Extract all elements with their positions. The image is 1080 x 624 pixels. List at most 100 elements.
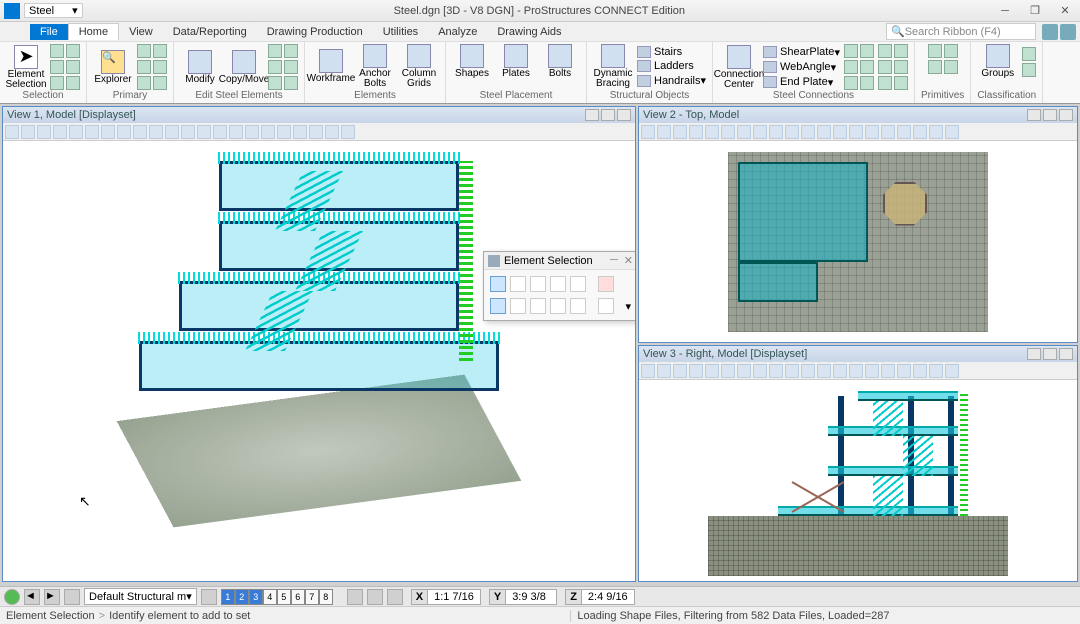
view1-title-bar[interactable]: View 1, Model [Displayset] — [3, 107, 635, 123]
tab-drawing-aids[interactable]: Drawing Aids — [487, 24, 571, 40]
elevation-model — [708, 386, 1008, 576]
accudraw-button[interactable] — [387, 589, 403, 605]
snap-button[interactable] — [347, 589, 363, 605]
view2-canvas[interactable] — [639, 141, 1077, 342]
cursor-icon: ↖ — [79, 493, 91, 510]
history-back-button[interactable]: ◄ — [24, 589, 40, 605]
classification-tools[interactable] — [1022, 47, 1036, 77]
column-grids-button[interactable]: Column Grids — [399, 44, 439, 89]
coord-x[interactable]: X1:1 7/16 — [411, 589, 481, 605]
ladders-button[interactable]: Ladders — [637, 60, 706, 72]
model-icon[interactable] — [64, 589, 80, 605]
selection-filter-row[interactable]: ▾ — [490, 298, 631, 314]
view3-close-icon[interactable] — [1059, 348, 1073, 360]
status-indicator-icon[interactable] — [4, 589, 20, 605]
view-layout-button[interactable] — [201, 589, 217, 605]
view3-toolbar[interactable] — [639, 362, 1077, 380]
lock-button[interactable] — [367, 589, 383, 605]
view3-min-icon[interactable] — [1027, 348, 1041, 360]
view3-canvas[interactable] — [639, 380, 1077, 581]
explorer-button[interactable]: 🔍Explorer — [93, 50, 133, 85]
anchor-bolts-button[interactable]: Anchor Bolts — [355, 44, 395, 89]
view-number-buttons[interactable]: 12345678 — [221, 589, 333, 605]
coord-z[interactable]: Z2:4 9/16 — [565, 589, 635, 605]
connection-center-button[interactable]: Connection Center — [719, 45, 759, 90]
view3-title-bar[interactable]: View 3 - Right, Model [Displayset] — [639, 346, 1077, 362]
file-menu[interactable]: File — [30, 24, 68, 40]
status-bar-secondary: Element Selection > Identify element to … — [0, 606, 1080, 624]
copy-move-button[interactable]: Copy/Move — [224, 50, 264, 85]
tab-data-reporting[interactable]: Data/Reporting — [163, 24, 257, 40]
menu-bar: File Home View Data/Reporting Drawing Pr… — [0, 22, 1080, 42]
element-selection-button[interactable]: ➤Element Selection — [6, 45, 46, 90]
selection-tools[interactable] — [50, 44, 80, 90]
search-ribbon-input[interactable]: 🔍 Search Ribbon (F4) — [886, 23, 1036, 40]
group-label: Primary — [113, 90, 147, 101]
connection-tools[interactable] — [844, 44, 874, 90]
shear-plate-button[interactable]: ShearPlate ▾ — [763, 46, 840, 59]
modify-button[interactable]: Modify — [180, 50, 220, 85]
view3-max-icon[interactable] — [1043, 348, 1057, 360]
tool-min-icon[interactable]: ─ — [610, 254, 618, 267]
view1-close-icon[interactable] — [617, 109, 631, 121]
minimize-button[interactable]: ─ — [990, 1, 1020, 21]
group-label: Selection — [22, 90, 63, 101]
selection-mode-row[interactable] — [490, 276, 631, 292]
window-title: Steel.dgn [3D - V8 DGN] - ProStructures … — [89, 5, 990, 17]
view2-max-icon[interactable] — [1043, 109, 1057, 121]
status-bar-primary: ◄ ► Default Structural m ▾ 12345678 X1:1… — [0, 586, 1080, 606]
view1-min-icon[interactable] — [585, 109, 599, 121]
title-bar: Steel▾ Steel.dgn [3D - V8 DGN] - ProStru… — [0, 0, 1080, 22]
help-icons[interactable] — [1042, 24, 1076, 40]
tab-utilities[interactable]: Utilities — [373, 24, 428, 40]
tab-drawing-production[interactable]: Drawing Production — [257, 24, 373, 40]
coord-y[interactable]: Y3:9 3/8 — [489, 589, 557, 605]
view2-title: View 2 - Top, Model — [643, 109, 739, 121]
ribbon: ➤Element Selection Selection 🔍Explorer P… — [0, 42, 1080, 104]
maximize-button[interactable]: ❐ — [1020, 1, 1050, 21]
group-label: Structural Objects — [610, 90, 689, 101]
close-button[interactable]: ✕ — [1050, 1, 1080, 21]
prompt-tool: Element Selection — [6, 610, 95, 622]
search-placeholder: Search Ribbon (F4) — [905, 26, 1001, 38]
tool-close-icon[interactable]: ✕ — [624, 254, 633, 267]
history-fwd-button[interactable]: ► — [44, 589, 60, 605]
groups-button[interactable]: Groups — [978, 44, 1018, 79]
shapes-button[interactable]: Shapes — [452, 44, 492, 79]
primitives-tools[interactable] — [928, 44, 958, 74]
group-label: Steel Placement — [480, 90, 553, 101]
handrails-button[interactable]: Handrails ▾ — [637, 74, 706, 87]
dynamic-bracing-button[interactable]: Dynamic Bracing — [593, 44, 633, 89]
stairs-button[interactable]: Stairs — [637, 46, 706, 58]
group-label: Steel Connections — [773, 90, 854, 101]
tool-title: Element Selection — [504, 255, 593, 267]
element-selection-tool-window[interactable]: Element Selection ─ ✕ ▾ — [483, 251, 635, 321]
web-angle-button[interactable]: WebAngle ▾ — [763, 61, 840, 74]
view1-max-icon[interactable] — [601, 109, 615, 121]
plates-button[interactable]: Plates — [496, 44, 536, 79]
document-dropdown[interactable]: Steel▾ — [24, 3, 83, 18]
tool-icon — [488, 255, 500, 267]
view1-toolbar[interactable] — [3, 123, 635, 141]
view2-title-bar[interactable]: View 2 - Top, Model — [639, 107, 1077, 123]
group-label: Elements — [354, 90, 396, 101]
tab-analyze[interactable]: Analyze — [428, 24, 487, 40]
edit-tools[interactable] — [268, 44, 298, 90]
model-selector[interactable]: Default Structural m ▾ — [84, 588, 197, 605]
view2-min-icon[interactable] — [1027, 109, 1041, 121]
primary-tools[interactable] — [137, 44, 167, 90]
view1-canvas[interactable]: ↖ Element Selection ─ ✕ ▾ — [3, 141, 635, 581]
group-label: Edit Steel Elements — [195, 90, 282, 101]
bolts-button[interactable]: Bolts — [540, 44, 580, 79]
tab-home[interactable]: Home — [68, 23, 119, 40]
plan-view-model — [728, 152, 988, 332]
document-name: Steel — [29, 5, 54, 17]
loading-status: Loading Shape Files, Filtering from 582 … — [570, 610, 889, 622]
view2-toolbar[interactable] — [639, 123, 1077, 141]
end-plate-button[interactable]: End Plate ▾ — [763, 76, 840, 89]
workframe-button[interactable]: Workframe — [311, 49, 351, 84]
group-label: Classification — [977, 90, 1036, 101]
view2-close-icon[interactable] — [1059, 109, 1073, 121]
connection-tools-2[interactable] — [878, 44, 908, 90]
tab-view[interactable]: View — [119, 24, 163, 40]
